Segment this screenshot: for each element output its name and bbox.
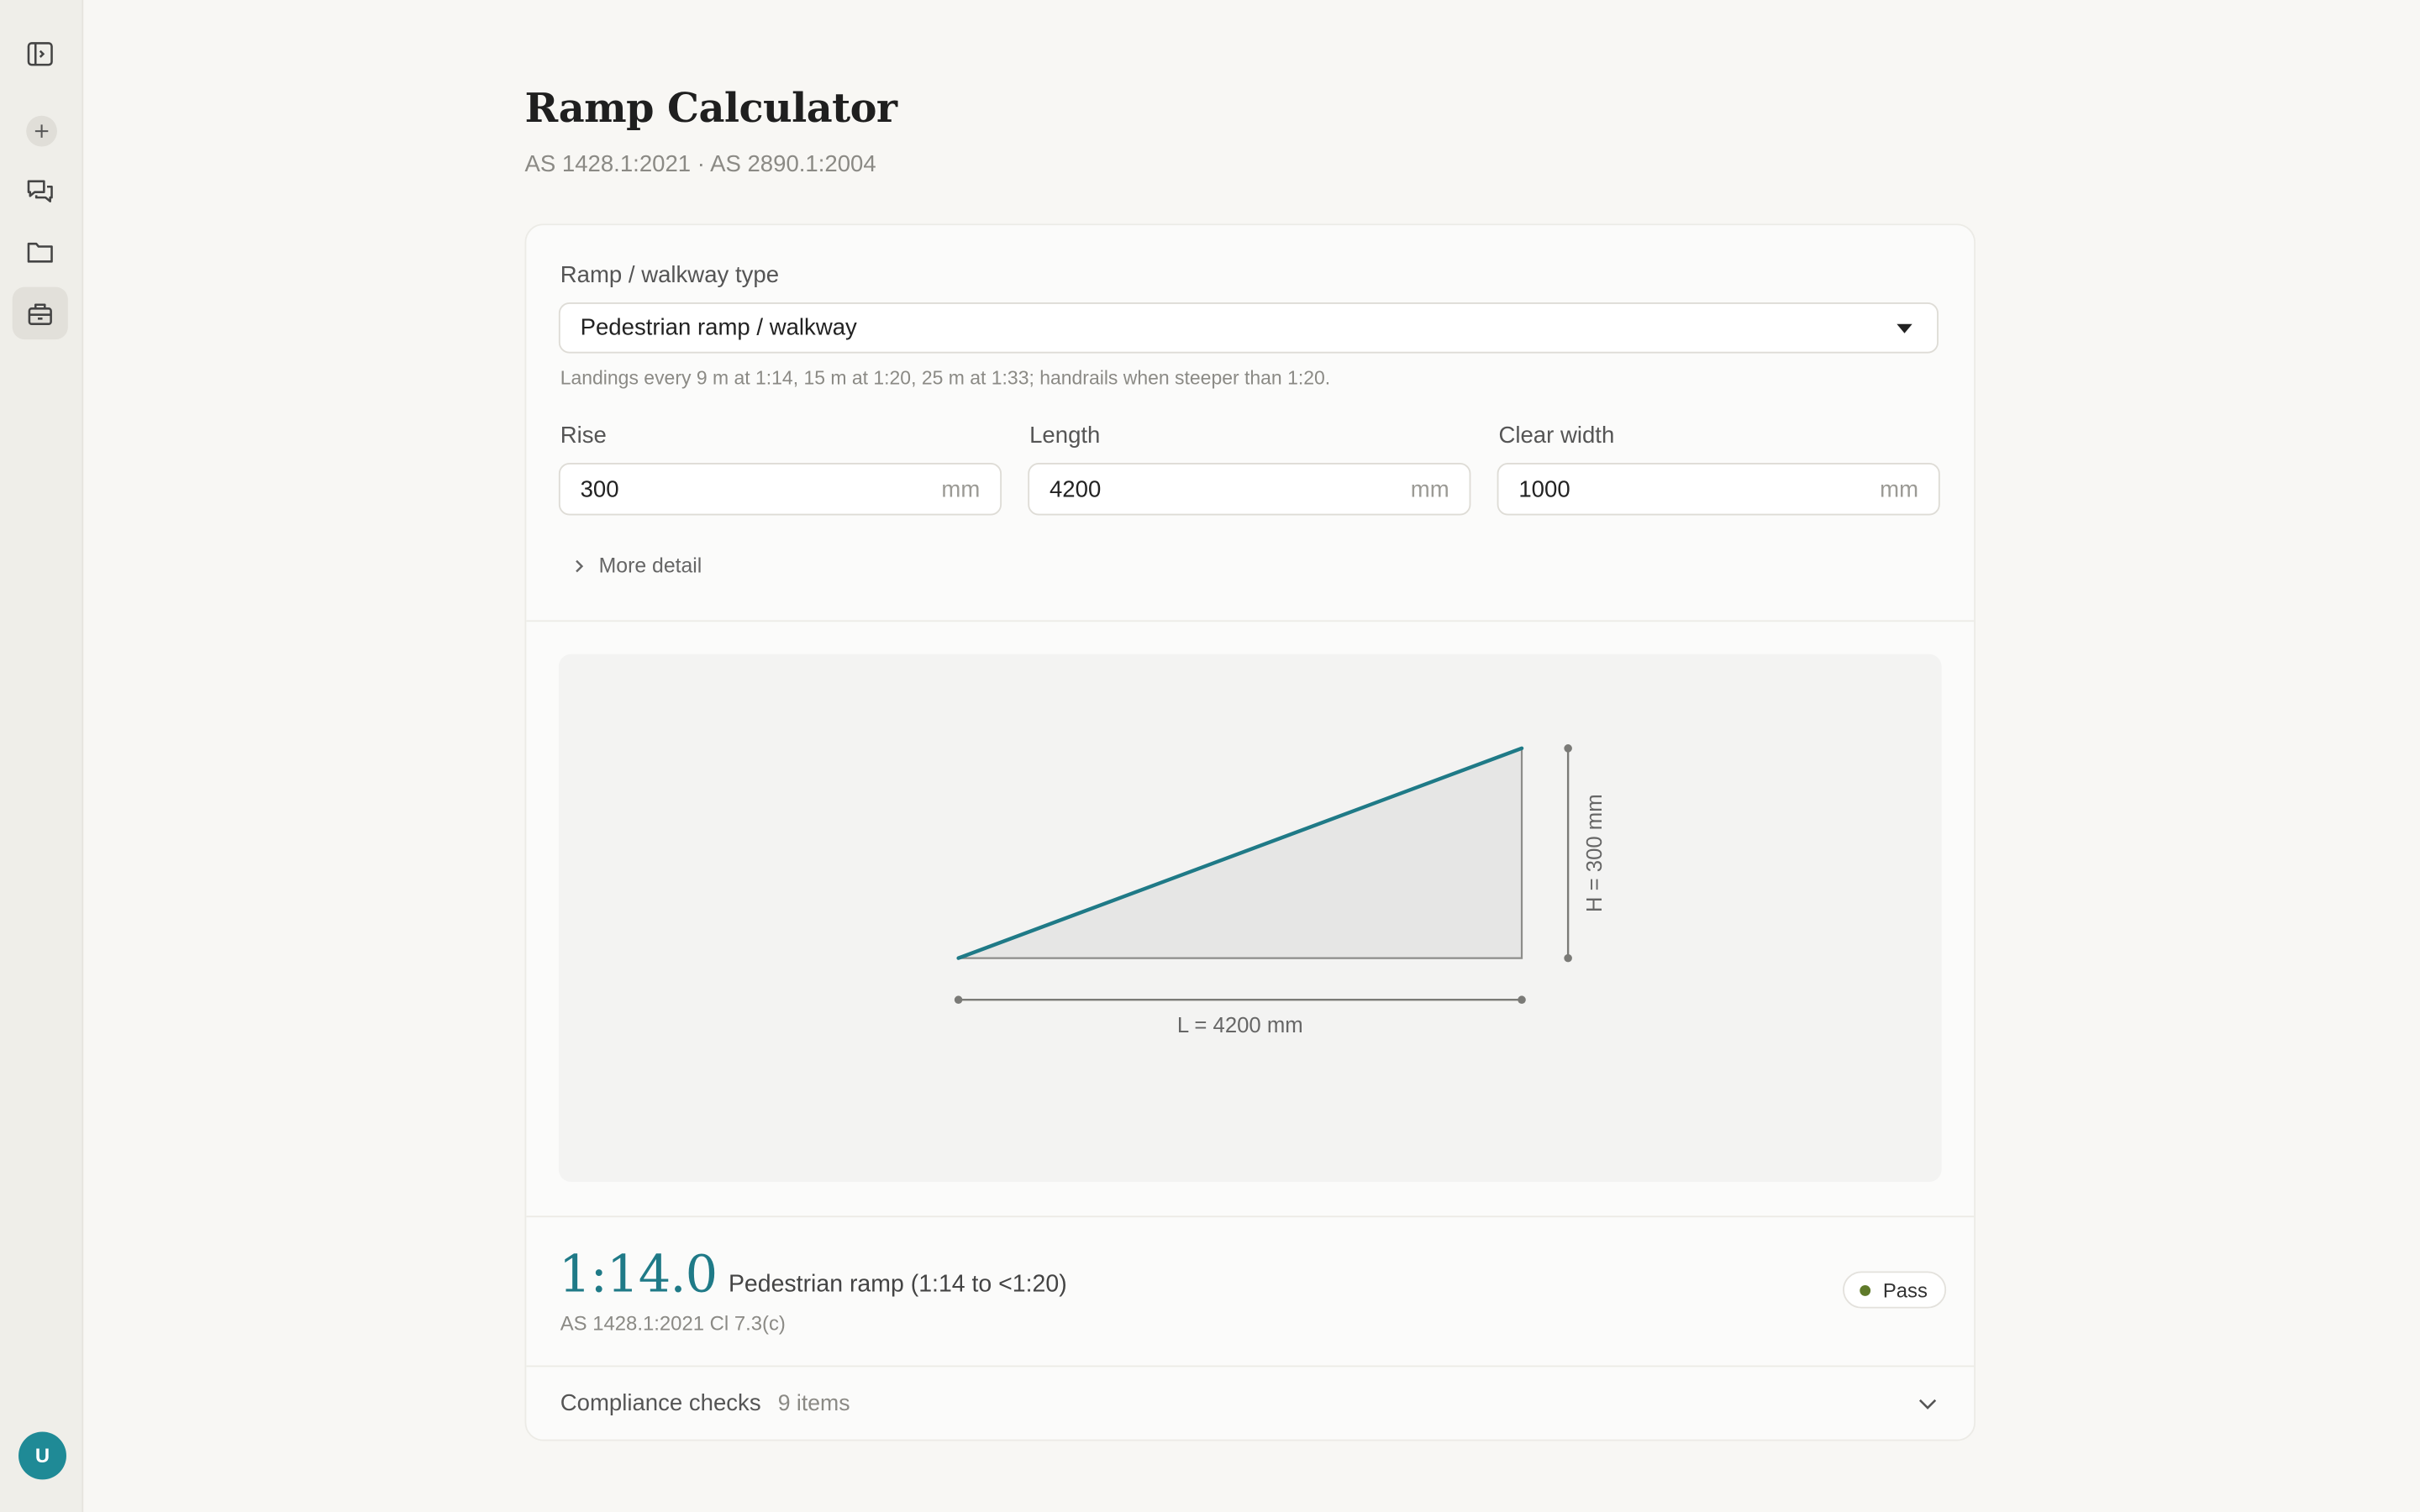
width-label: Clear width — [1498, 423, 1615, 449]
folder-icon[interactable] — [13, 225, 68, 277]
length-value: 4200 — [1049, 476, 1102, 503]
status-badge: Pass — [1843, 1271, 1946, 1309]
width-input[interactable]: 1000 mm — [1497, 463, 1940, 516]
length-dimension-start — [954, 995, 963, 1004]
plus-icon[interactable] — [26, 115, 57, 147]
height-dimension-bottom — [1564, 953, 1572, 963]
more-detail-label: More detail — [598, 554, 702, 577]
rise-input[interactable]: 300 mm — [558, 463, 1002, 516]
length-unit: mm — [1410, 476, 1449, 503]
length-dimension-label: L = 4200 mm — [1177, 1014, 1303, 1037]
ramp-diagram-panel: L = 4200 mm H = 300 mm — [558, 654, 1942, 1182]
rise-label: Rise — [560, 423, 607, 449]
slope-ratio: 1:14.0 — [558, 1243, 718, 1305]
length-label: Length — [1029, 423, 1101, 449]
divider — [526, 620, 1975, 622]
height-dimension-label: H = 300 mm — [1583, 794, 1607, 912]
width-value: 1000 — [1518, 476, 1570, 503]
type-hint: Landings every 9 m at 1:14, 15 m at 1:20… — [560, 367, 1331, 389]
length-input[interactable]: 4200 mm — [1028, 463, 1471, 516]
divider — [526, 1215, 1975, 1218]
sidebar: U — [0, 0, 84, 1512]
height-dimension-top — [1564, 744, 1572, 753]
panel-toggle-icon[interactable] — [13, 28, 68, 80]
rise-unit: mm — [941, 476, 981, 503]
chevron-right-icon — [576, 559, 584, 572]
avatar[interactable]: U — [18, 1431, 66, 1480]
standard-clause: AS 1428.1:2021 Cl 7.3(c) — [560, 1311, 786, 1335]
ramp-type-select[interactable]: Pedestrian ramp / walkway — [558, 302, 1939, 354]
chat-bubbles-icon[interactable] — [13, 165, 68, 218]
more-detail-toggle[interactable]: More detail — [572, 554, 702, 577]
status-label: Pass — [1882, 1278, 1928, 1302]
compliance-checks-count: 9 items — [777, 1391, 850, 1417]
rise-value: 300 — [580, 476, 619, 503]
app-root: U Ramp Calculator AS 1428.1:2021 · AS 28… — [0, 0, 2420, 1512]
compliance-checks-label: Compliance checks — [560, 1389, 761, 1417]
type-label: Ramp / walkway type — [560, 262, 780, 289]
toolbox-icon[interactable] — [12, 286, 68, 340]
ramp-type-value: Pedestrian ramp / walkway — [580, 314, 857, 341]
ramp-classification: Pedestrian ramp (1:14 to <1:20) — [728, 1271, 1067, 1298]
calculator-card: Ramp / walkway type Pedestrian ramp / wa… — [524, 223, 1976, 1441]
status-dot-icon — [1860, 1284, 1871, 1295]
length-dimension-end — [1518, 995, 1526, 1004]
compliance-checks-toggle[interactable]: Compliance checks 9 items — [526, 1367, 1974, 1439]
page-subtitle: AS 1428.1:2021 · AS 2890.1:2004 — [524, 151, 876, 178]
caret-down-icon — [1897, 323, 1912, 333]
width-unit: mm — [1880, 476, 1919, 503]
chevron-down-icon — [1918, 1399, 1937, 1410]
ramp-diagram: L = 4200 mm H = 300 mm — [954, 744, 1607, 1037]
page-title: Ramp Calculator — [524, 86, 897, 133]
